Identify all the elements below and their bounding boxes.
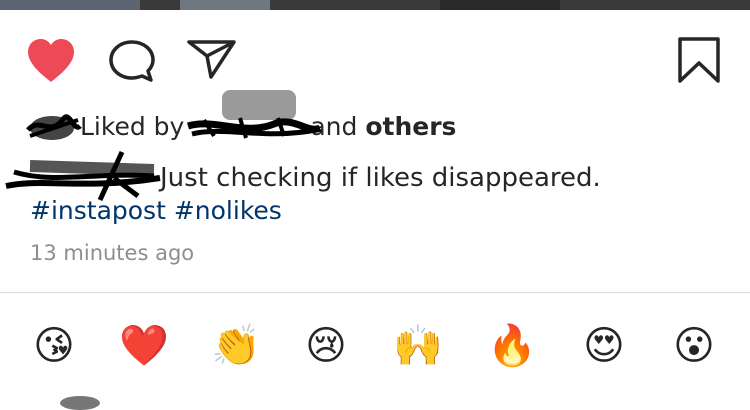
heart-filled-icon: [28, 39, 74, 82]
quick-reaction-bar: 😘 ❤️ 👏 😢 🙌 🔥 😍 😮: [0, 318, 750, 374]
divider: [0, 292, 750, 293]
bookmark-icon: [678, 37, 720, 83]
partial-avatar: [60, 396, 100, 410]
like-button[interactable]: [24, 36, 78, 84]
reaction-clap-emoji[interactable]: 👏: [208, 318, 264, 374]
post-image-bottom-edge: [0, 0, 750, 10]
reaction-surprised-emoji[interactable]: 😮: [666, 318, 722, 374]
likes-summary: Liked by and others: [80, 110, 456, 144]
post-hashtags: #instapost #nolikes: [30, 194, 282, 228]
post-timestamp: 13 minutes ago: [30, 241, 195, 265]
paper-plane-icon: [187, 40, 236, 79]
reaction-cry-emoji[interactable]: 😢: [298, 318, 354, 374]
share-button[interactable]: [186, 38, 238, 80]
comment-button[interactable]: [106, 38, 158, 84]
post-caption: Just checking if likes disappeared.: [160, 163, 601, 193]
reaction-heart-emoji[interactable]: ❤️: [116, 318, 172, 374]
liked-by-label: Liked by: [80, 112, 185, 141]
reaction-heart-eyes-emoji[interactable]: 😍: [576, 318, 632, 374]
hashtag-link[interactable]: #instapost: [30, 196, 166, 225]
reaction-kiss-emoji[interactable]: 😘: [26, 318, 82, 374]
redacted-avatar: [26, 114, 82, 140]
reaction-fire-emoji[interactable]: 🔥: [484, 318, 540, 374]
save-button[interactable]: [676, 36, 722, 84]
comment-bubble-icon: [109, 40, 155, 82]
reaction-raised-hands-emoji[interactable]: 🙌: [390, 318, 446, 374]
hashtag-link[interactable]: #nolikes: [174, 196, 282, 225]
liked-by-others-link[interactable]: others: [365, 112, 456, 141]
liked-by-and: and: [310, 112, 358, 141]
